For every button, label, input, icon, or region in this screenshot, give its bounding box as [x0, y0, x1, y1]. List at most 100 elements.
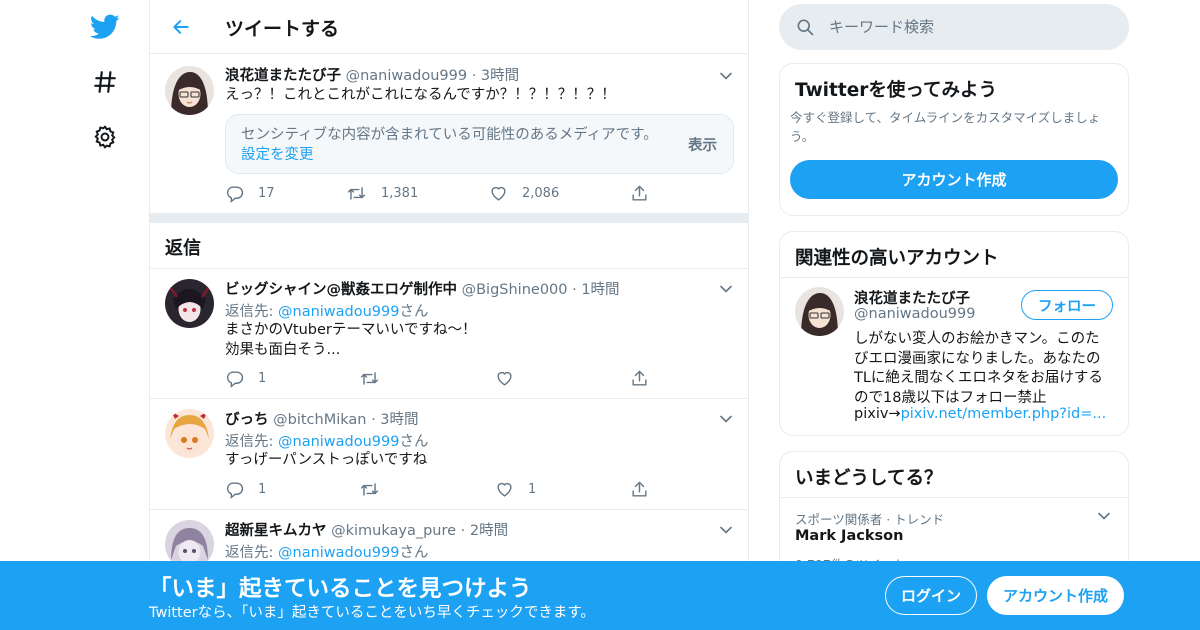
share-icon — [630, 480, 649, 499]
retweet-count: 1,381 — [381, 186, 419, 201]
tweet-actions: 1 1 — [225, 480, 665, 500]
author-handle[interactable]: @kimukaya_pure — [331, 523, 456, 539]
author-name[interactable]: びっち — [225, 412, 269, 428]
banner-title: 「いま」起きていることを見つけよう — [149, 576, 532, 602]
tweet-actions: 1 — [225, 369, 665, 389]
replies-header: 返信 — [150, 223, 748, 269]
like-button[interactable]: 1 — [495, 480, 536, 499]
twitter-home-link[interactable] — [88, 10, 122, 44]
tweet-menu-button[interactable] — [716, 279, 736, 299]
reply-to-suffix: さん — [399, 304, 429, 320]
account-link-line: pixiv→pixiv.net/member.php?id=... — [854, 406, 1106, 422]
trend-menu-button[interactable] — [1094, 506, 1116, 528]
like-button[interactable] — [495, 369, 514, 388]
create-account-button[interactable]: アカウント作成 — [790, 160, 1118, 199]
author-name[interactable]: ビッグシャイン@獣姦エロゲ制作中 — [225, 282, 457, 298]
account-handle[interactable]: @naniwadou999 — [854, 306, 975, 322]
reply-to-handle[interactable]: @naniwadou999 — [278, 545, 399, 561]
reply-icon — [225, 369, 244, 388]
tweet-time[interactable]: 1時間 — [581, 282, 619, 298]
share-button[interactable] — [630, 480, 649, 499]
reply-to-suffix: さん — [399, 545, 429, 561]
tweet-time[interactable]: 3時間 — [481, 68, 519, 84]
gear-icon — [92, 124, 118, 150]
page-title: ツイートする — [225, 18, 340, 40]
retweet-button[interactable]: 1,381 — [346, 184, 418, 203]
follow-button[interactable]: フォロー — [1021, 290, 1113, 320]
avatar[interactable] — [165, 66, 214, 115]
sensitive-text: センシティブな内容が含まれている可能性のあるメディアです。設定を変更 — [241, 125, 661, 165]
reply-button[interactable]: 1 — [225, 480, 266, 499]
reply-tweet: ビッグシャイン@獣姦エロゲ制作中 @BigShine000 · 1時間 返信先:… — [150, 269, 748, 398]
twitter-bird-icon — [90, 14, 120, 40]
author-handle[interactable]: @bitchMikan — [273, 412, 366, 428]
reply-button[interactable]: 17 — [225, 184, 275, 203]
main-tweet: 浪花道またたび子 @naniwadou999 · 3時間 えっ？！これとこれがこ… — [150, 54, 748, 213]
divider — [780, 277, 1128, 278]
tweet-time[interactable]: 3時間 — [380, 412, 418, 428]
reply-to-suffix: さん — [399, 434, 429, 450]
tweet-text-line: まさかのVtuberテーマいいですね〜！ — [225, 322, 477, 338]
hashtag-icon — [92, 69, 118, 95]
share-button[interactable] — [630, 184, 649, 203]
share-button[interactable] — [630, 369, 649, 388]
heart-icon — [489, 184, 508, 203]
author-name[interactable]: 浪花道またたび子 — [225, 68, 341, 84]
back-button[interactable] — [166, 12, 196, 42]
search-icon — [795, 17, 815, 37]
reply-to-label: 返信先: — [225, 545, 278, 561]
chevron-down-icon — [716, 409, 736, 429]
share-icon — [630, 184, 649, 203]
author-handle[interactable]: @naniwadou999 — [346, 68, 467, 84]
reply-to-handle[interactable]: @naniwadou999 — [278, 434, 399, 450]
chevron-down-icon — [1094, 506, 1116, 526]
link-prefix: pixiv→ — [854, 406, 901, 422]
retweet-button[interactable] — [359, 369, 380, 388]
left-nav — [0, 0, 150, 630]
tweet-header: ビッグシャイン@獣姦エロゲ制作中 @BigShine000 · 1時間 — [225, 278, 620, 299]
author-handle[interactable]: @BigShine000 — [462, 282, 568, 298]
tweet-menu-button[interactable] — [716, 409, 736, 429]
change-settings-link[interactable]: 設定を変更 — [241, 147, 314, 163]
author-name[interactable]: 超新星キムカヤ — [225, 523, 327, 539]
retweet-button[interactable] — [359, 480, 380, 499]
search-input[interactable] — [829, 4, 1109, 50]
trend-name[interactable]: Mark Jackson — [795, 528, 903, 544]
signup-button[interactable]: アカウント作成 — [987, 576, 1124, 615]
tweet-menu-button[interactable] — [716, 66, 736, 86]
reply-button[interactable]: 1 — [225, 369, 266, 388]
tweet-time[interactable]: 2時間 — [470, 523, 508, 539]
banner-subtitle: Twitterなら、「いま」起きていることをいち早くチェックできます。 — [149, 605, 595, 621]
tweet-actions: 17 1,381 2,086 — [225, 184, 665, 204]
separator-dot: · — [471, 68, 477, 84]
settings-link[interactable] — [88, 120, 122, 154]
separator-dot: · — [371, 412, 376, 428]
avatar[interactable] — [165, 409, 214, 458]
card-title: 関連性の高いアカウント — [795, 248, 999, 269]
signup-card: Twitterを使ってみよう 今すぐ登録して、タイムラインをカスタマイズしましょ… — [779, 63, 1129, 216]
avatar[interactable] — [795, 287, 844, 336]
reply-tweet: びっち @bitchMikan · 3時間 返信先: @naniwadou999… — [150, 399, 748, 509]
like-button[interactable]: 2,086 — [489, 184, 559, 203]
separator-dot: · — [572, 282, 577, 298]
tweet-header: 超新星キムカヤ @kimukaya_pure · 2時間 — [225, 519, 508, 540]
sensitive-message: センシティブな内容が含まれている可能性のあるメディアです。 — [241, 127, 658, 143]
card-title: Twitterを使ってみよう — [795, 80, 997, 101]
avatar[interactable] — [165, 279, 214, 328]
avatar[interactable] — [165, 520, 214, 562]
tweet-menu-button[interactable] — [716, 520, 736, 540]
show-media-button[interactable]: 表示 — [688, 134, 717, 155]
reply-to-line: 返信先: @naniwadou999さん — [225, 430, 428, 451]
explore-link[interactable] — [88, 65, 122, 99]
chevron-down-icon — [716, 279, 736, 299]
pixiv-link[interactable]: pixiv.net/member.php?id=... — [901, 406, 1107, 422]
divider — [780, 497, 1128, 498]
trend-category: スポーツ関係者 · トレンド — [795, 512, 945, 527]
login-button[interactable]: ログイン — [885, 576, 977, 615]
tweet-text-line: 効果も面白そう... — [225, 342, 341, 358]
share-icon — [630, 369, 649, 388]
account-name[interactable]: 浪花道またたび子 — [854, 287, 970, 308]
reply-icon — [225, 480, 244, 499]
reply-to-handle[interactable]: @naniwadou999 — [278, 304, 399, 320]
account-bio: しがない変人のお絵かきマン。このたびエロ漫画家になりました。あなたのTLに絶え間… — [854, 331, 1103, 406]
